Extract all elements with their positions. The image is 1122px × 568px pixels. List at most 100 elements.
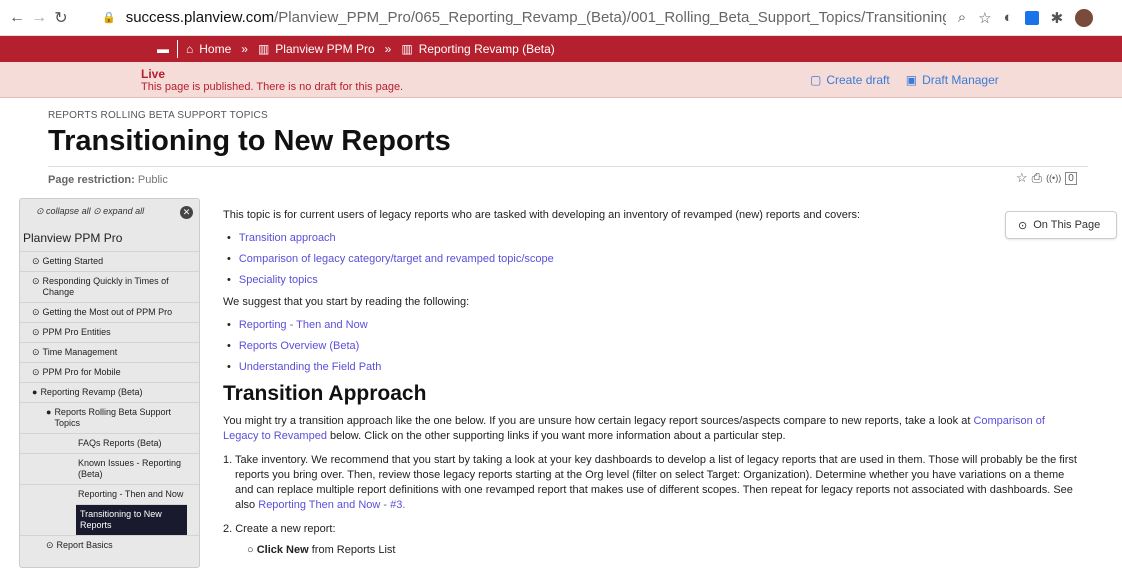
link-field-path[interactable]: Understanding the Field Path — [239, 361, 381, 373]
tree-item-label: Report Basics — [56, 540, 113, 550]
link-reports-overview[interactable]: Reports Overview (Beta) — [239, 340, 359, 352]
tree-item-ppm-pro-entities[interactable]: ⊙ PPM Pro Entities — [20, 322, 199, 342]
clipboard-icon: ▢ — [810, 73, 822, 87]
puzzle-icon[interactable]: ✱ — [1051, 9, 1064, 27]
bullet: • — [227, 340, 231, 352]
reload-icon[interactable]: ↻ — [50, 8, 72, 28]
link-speciality-topics[interactable]: Speciality topics — [239, 274, 318, 286]
tree-item-transitioning-active[interactable]: Transitioning to New Reports — [76, 504, 187, 535]
tree-item-known-issues[interactable]: Known Issues - Reporting (Beta) — [20, 453, 199, 484]
title-divider — [48, 166, 1088, 167]
site-topbar: ▬ ⌂ Home » ▥ Planview PPM Pro » ▥ Reporting… — [0, 36, 1122, 62]
home-icon: ⌂ — [186, 42, 194, 56]
lock-icon[interactable]: 🔒 — [102, 11, 116, 24]
expand-icon: ⊙ — [46, 540, 54, 550]
breadcrumb-reporting-revamp[interactable]: ▥ Reporting Revamp (Beta) — [401, 42, 554, 56]
step-text: 2. Create a new report: — [223, 523, 336, 535]
link-then-and-now-3[interactable]: Reporting Then and Now - #3. — [258, 499, 405, 511]
tree-item-label: Responding Quickly in Times of Change — [42, 276, 169, 297]
create-draft-label: Create draft — [826, 73, 890, 87]
article-body: This topic is for current users of legac… — [223, 208, 1083, 567]
favorite-star-icon[interactable]: ☆ — [1016, 170, 1028, 186]
extension-grid-icon[interactable] — [1024, 10, 1039, 25]
back-arrow-icon[interactable]: ← — [6, 9, 28, 27]
tree-item-label: Reporting Revamp (Beta) — [40, 387, 143, 397]
tree-item-report-basics[interactable]: ⊙ Report Basics — [20, 535, 199, 555]
bullet: • — [227, 232, 231, 244]
intro-paragraph: This topic is for current users of legac… — [223, 209, 861, 221]
on-this-page-button[interactable]: ⊙ On This Page — [1005, 211, 1117, 239]
bullet: • — [227, 274, 231, 286]
suggest-link-list: • Reporting - Then and Now • Reports Overv… — [227, 319, 1083, 373]
tree-item-then-and-now[interactable]: Reporting - Then and Now — [20, 484, 199, 504]
status-message: This page is published. There is no draf… — [141, 81, 404, 93]
profile-avatar[interactable] — [1075, 8, 1094, 27]
section-text: below. Click on the other supporting lin… — [326, 430, 786, 442]
bullet: • — [227, 361, 231, 373]
page-title: Transitioning to New Reports — [48, 125, 451, 157]
close-icon[interactable]: ✕ — [180, 206, 193, 219]
tree-item-rolling-beta-topics[interactable]: ● Reports Rolling Beta Support Topics — [20, 402, 199, 433]
list-item: • Speciality topics — [227, 274, 1083, 286]
section-paragraph: You might try a transition approach like… — [223, 414, 1083, 444]
forward-arrow-icon[interactable]: → — [28, 9, 50, 27]
collapse-icon: ● — [32, 387, 38, 397]
tree-item-time-management[interactable]: ⊙ Time Management — [20, 342, 199, 362]
bookmark-star-icon[interactable]: ☆ — [978, 9, 991, 27]
draft-manager-button[interactable]: ▣ Draft Manager — [906, 73, 999, 87]
step-item: 2. Create a new report: ○ Click New from… — [223, 522, 1083, 558]
tree-item-responding-quickly[interactable]: ⊙ Responding Quickly in Times of Change — [20, 271, 199, 302]
tree-item-label: Reports Rolling Beta Support Topics — [54, 407, 172, 428]
expand-icon: ⊙ — [32, 256, 40, 266]
tree-item-label: FAQs Reports (Beta) — [78, 438, 162, 448]
collapse-all-label: collapse all — [46, 206, 91, 216]
restriction-label: Page restriction: — [48, 174, 135, 186]
tree-item-label: PPM Pro Entities — [42, 327, 111, 337]
link-transition-approach[interactable]: Transition approach — [239, 232, 336, 244]
list-item: • Reports Overview (Beta) — [227, 340, 1083, 352]
folder-icon[interactable]: ▬ — [157, 42, 169, 56]
breadcrumb-separator: » — [241, 42, 248, 56]
tree-root[interactable]: Planview PPM Pro — [23, 231, 199, 245]
steps-list: 1. Take inventory. We recommend that you… — [223, 453, 1083, 558]
list-item: • Transition approach — [227, 232, 1083, 244]
breadcrumb-home-label: Home — [199, 42, 232, 56]
tree-item-label: PPM Pro for Mobile — [42, 367, 121, 377]
suggest-paragraph: We suggest that you start by reading the… — [223, 296, 470, 308]
pdf-icon[interactable]: ⎙ — [1032, 170, 1042, 186]
expand-icon: ⊙ — [32, 347, 40, 357]
tree-item-reporting-revamp[interactable]: ● Reporting Revamp (Beta) — [20, 382, 199, 402]
status-live-label: Live — [141, 67, 166, 81]
broadcast-icon[interactable]: ((•)) — [1046, 173, 1061, 183]
step-item: 1. Take inventory. We recommend that you… — [223, 453, 1083, 513]
tree-item-faqs-reports[interactable]: FAQs Reports (Beta) — [20, 433, 199, 453]
browser-toolbar: ← → ↻ 🔒 success.planview.com/Planview_PP… — [0, 0, 1122, 36]
parent-topic-label[interactable]: REPORTS ROLLING BETA SUPPORT TOPICS — [48, 110, 1088, 121]
comment-count[interactable]: 0 — [1065, 171, 1077, 185]
tree-item-label: Getting Started — [42, 256, 104, 266]
breadcrumb-home[interactable]: ⌂ Home — [186, 42, 231, 56]
tree-item-label: Time Management — [42, 347, 118, 357]
tree-item-getting-started[interactable]: ⊙ Getting Started — [20, 251, 199, 271]
collapse-all-link[interactable]: ⊙ collapse all — [36, 206, 91, 216]
extension-circle-icon[interactable]: ◐ — [1004, 9, 1013, 26]
expand-all-link[interactable]: ⊙ expand all — [93, 206, 144, 216]
bullet: • — [227, 319, 231, 331]
list-item: • Reporting - Then and Now — [227, 319, 1083, 331]
tree-item-getting-the-most[interactable]: ⊙ Getting the Most out of PPM Pro — [20, 302, 199, 322]
tree-item-ppm-pro-mobile[interactable]: ⊙ PPM Pro for Mobile — [20, 362, 199, 382]
breadcrumb-reporting-revamp-label: Reporting Revamp (Beta) — [418, 42, 555, 56]
list-item: • Comparison of legacy category/target an… — [227, 253, 1083, 265]
link-then-and-now[interactable]: Reporting - Then and Now — [239, 319, 368, 331]
address-bar[interactable]: success.planview.com/Planview_PPM_Pro/06… — [126, 9, 946, 26]
link-comparison[interactable]: Comparison of legacy category/target and… — [239, 253, 554, 265]
url-path: /Planview_PPM_Pro/065_Reporting_Revamp_(… — [274, 9, 946, 26]
divider — [177, 40, 178, 58]
tree-item-label: Getting the Most out of PPM Pro — [42, 307, 173, 317]
url-domain: success.planview.com — [125, 9, 275, 26]
expand-icon: ⊙ — [32, 327, 40, 337]
breadcrumb-ppm-pro[interactable]: ▥ Planview PPM Pro — [258, 42, 375, 56]
create-draft-button[interactable]: ▢ Create draft — [810, 73, 890, 87]
section-text: You might try a transition approach like… — [223, 415, 974, 427]
zoom-icon[interactable]: ⌕ — [958, 9, 966, 26]
